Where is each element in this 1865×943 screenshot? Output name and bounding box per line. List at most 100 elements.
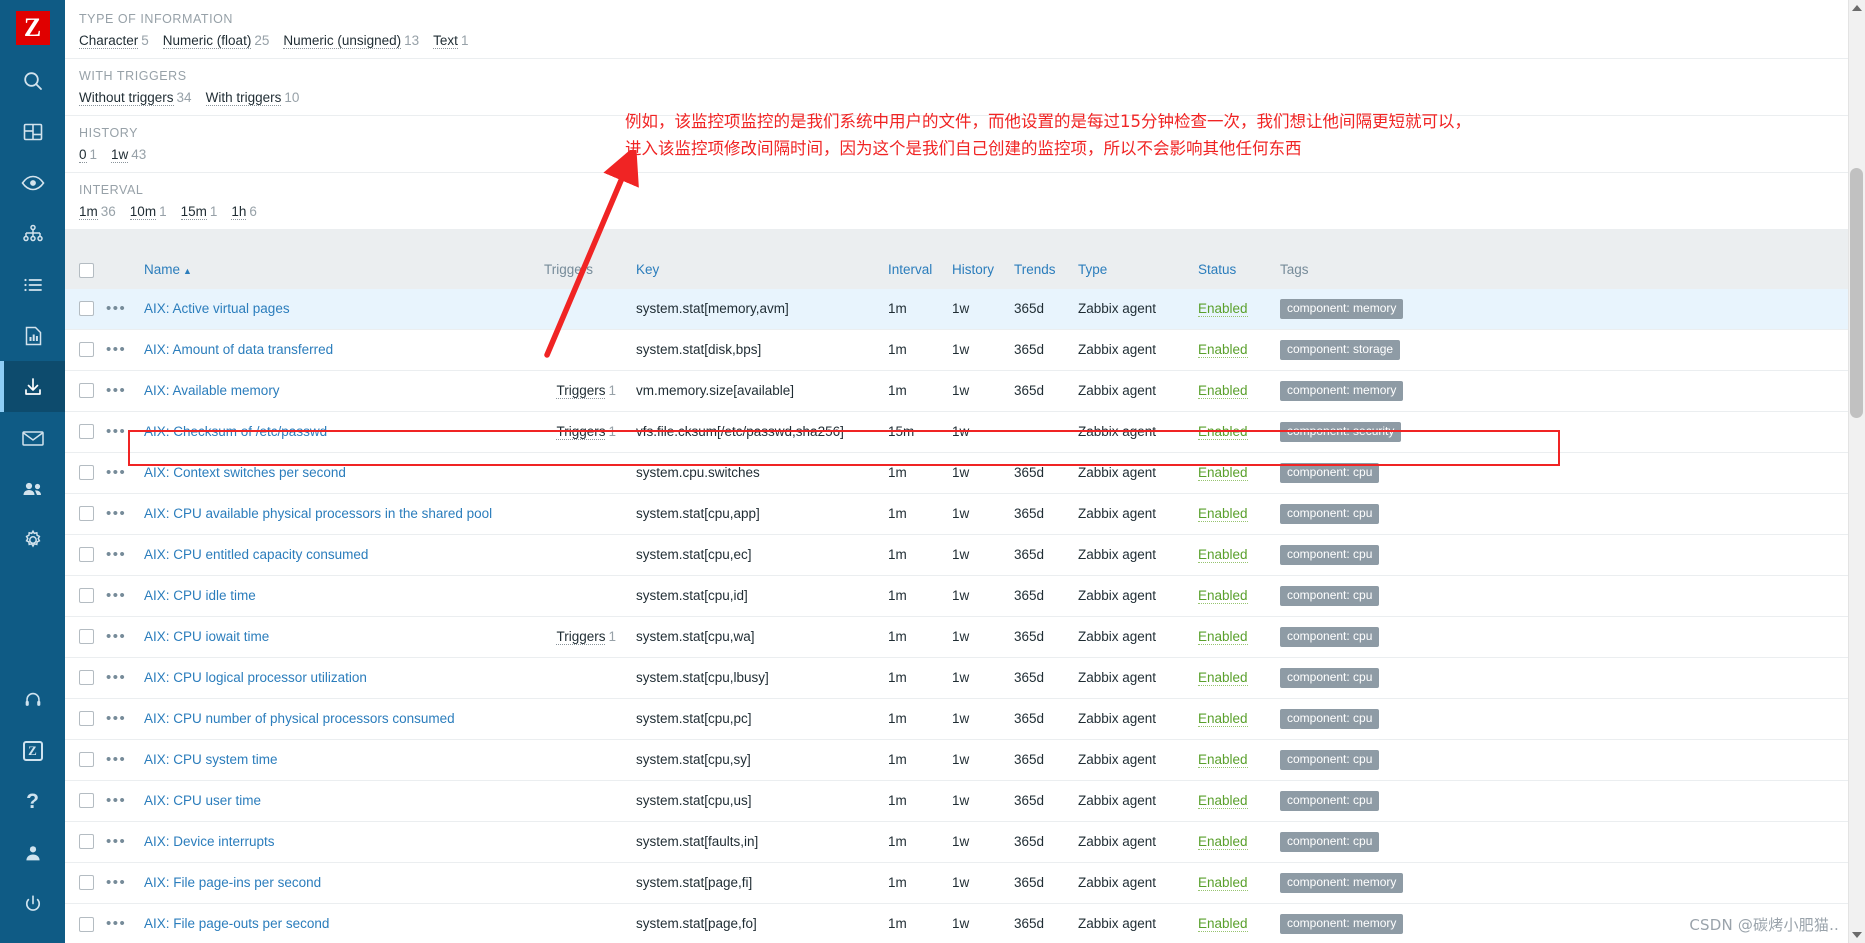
item-status-cell-text[interactable]: Enabled [1198,875,1248,891]
tag-badge[interactable]: component: cpu [1280,749,1380,770]
ellipsis-icon[interactable]: ••• [106,505,126,522]
header-select-all[interactable] [65,252,100,288]
item-name-cell[interactable]: AIX: Context switches per second [138,451,538,493]
zabbix-logo[interactable]: Z [15,11,50,45]
item-name-cell[interactable]: AIX: File page-ins per second [138,861,538,903]
row-select-cell[interactable] [65,615,100,657]
item-status-cell-text[interactable]: Enabled [1198,916,1248,933]
item-status-cell[interactable]: Enabled [1192,574,1274,616]
sidebar-item-help[interactable]: ? [0,776,65,827]
item-name-cell-text[interactable]: AIX: CPU entitled capacity consumed [144,547,368,562]
table-row[interactable]: ••• AIX: Checksum of /etc/passwd Triggers 1… [65,410,1865,452]
item-name-cell[interactable]: AIX: CPU entitled capacity consumed [138,533,538,575]
row-select-cell[interactable] [65,451,100,493]
header-trends[interactable]: Trends [1008,252,1072,288]
item-status-cell[interactable]: Enabled [1192,738,1274,780]
tag-badge[interactable]: component: cpu [1280,708,1380,729]
header-key[interactable]: Key [630,252,882,288]
item-status-cell[interactable]: Enabled [1192,861,1274,903]
row-checkbox[interactable] [79,752,94,768]
vertical-scrollbar-thumb[interactable] [1850,168,1863,418]
header-name[interactable]: Name ▲ [138,252,538,288]
filter-link[interactable]: Numeric (unsigned) [283,33,402,49]
header-history[interactable]: History [946,252,1008,288]
item-status-cell-text[interactable]: Enabled [1198,752,1248,768]
item-status-cell[interactable]: Enabled [1192,492,1274,534]
item-status-cell-text[interactable]: Enabled [1198,506,1248,522]
item-name-cell-text[interactable]: AIX: CPU available physical processors i… [144,506,492,521]
item-name-cell[interactable]: AIX: CPU system time [138,738,538,780]
row-checkbox[interactable] [79,547,94,563]
item-status-cell-text[interactable]: Enabled [1198,793,1248,809]
row-checkbox[interactable] [79,383,94,399]
ellipsis-icon[interactable]: ••• [106,628,126,645]
item-name-cell[interactable]: AIX: Checksum of /etc/passwd [138,410,538,452]
row-context-menu-cell[interactable]: ••• [100,656,138,698]
item-status-cell[interactable]: Enabled [1192,533,1274,575]
row-checkbox[interactable] [79,875,94,891]
row-checkbox[interactable] [79,834,94,850]
row-select-cell[interactable] [65,697,100,739]
ellipsis-icon[interactable]: ••• [106,587,126,604]
sidebar-item-data-collection[interactable] [0,361,65,412]
item-name-cell-text[interactable]: AIX: File page-ins per second [144,875,321,890]
tag-badge[interactable]: component: cpu [1280,462,1380,483]
tag-badge[interactable]: component: cpu [1280,585,1380,606]
item-status-cell[interactable]: Enabled [1192,451,1274,493]
item-name-cell-text[interactable]: AIX: Context switches per second [144,465,346,480]
filter-link[interactable]: Character [79,33,139,49]
item-status-cell-text[interactable]: Enabled [1198,588,1248,604]
table-row[interactable]: ••• AIX: CPU user time system.stat[cpu,us]… [65,779,1865,821]
sidebar-item-alerts[interactable] [0,412,65,463]
row-context-menu-cell[interactable]: ••• [100,533,138,575]
filter-link[interactable]: With triggers [205,90,282,106]
row-context-menu-cell[interactable]: ••• [100,738,138,780]
row-context-menu-cell[interactable]: ••• [100,697,138,739]
row-context-menu-cell[interactable]: ••• [100,779,138,821]
row-select-cell[interactable] [65,328,100,370]
item-name-cell-text[interactable]: AIX: CPU iowait time [144,629,269,644]
row-select-cell[interactable] [65,902,100,943]
item-status-cell[interactable]: Enabled [1192,328,1274,370]
ellipsis-icon[interactable]: ••• [106,423,126,440]
header-interval[interactable]: Interval [882,252,946,288]
row-select-cell[interactable] [65,738,100,780]
item-name-cell[interactable]: AIX: CPU idle time [138,574,538,616]
table-row[interactable]: ••• AIX: Amount of data transferred system… [65,328,1865,370]
tag-badge[interactable]: component: memory [1280,913,1404,934]
table-row[interactable]: ••• AIX: CPU number of physical processor… [65,697,1865,739]
sidebar-item-sign-out[interactable] [0,878,65,929]
item-name-cell-text[interactable]: AIX: Active virtual pages [144,301,290,316]
item-name-cell-text[interactable]: AIX: CPU number of physical processors c… [144,711,455,726]
sidebar-item-users[interactable] [0,463,65,514]
row-select-cell[interactable] [65,656,100,698]
sidebar-item-support[interactable] [0,674,65,725]
item-status-cell-text[interactable]: Enabled [1198,629,1248,645]
item-status-cell-text[interactable]: Enabled [1198,834,1248,850]
row-context-menu-cell[interactable]: ••• [100,574,138,616]
sidebar-item-user-settings[interactable] [0,827,65,878]
row-select-cell[interactable] [65,369,100,411]
row-context-menu-cell[interactable]: ••• [100,287,138,329]
table-row[interactable]: ••• AIX: CPU entitled capacity consumed sy… [65,533,1865,575]
ellipsis-icon[interactable]: ••• [106,464,126,481]
tag-badge[interactable]: component: cpu [1280,831,1380,852]
item-status-cell-text[interactable]: Enabled [1198,342,1248,358]
row-select-cell[interactable] [65,492,100,534]
tag-badge[interactable]: component: cpu [1280,503,1380,524]
row-context-menu-cell[interactable]: ••• [100,410,138,452]
ellipsis-icon[interactable]: ••• [106,710,126,727]
item-name-cell[interactable]: AIX: CPU iowait time [138,615,538,657]
row-checkbox[interactable] [79,916,94,932]
item-name-cell[interactable]: AIX: CPU number of physical processors c… [138,697,538,739]
table-row[interactable]: ••• AIX: File page-outs per second system.… [65,902,1865,943]
row-checkbox[interactable] [79,301,94,317]
table-row[interactable]: ••• AIX: Active virtual pages system.stat[… [65,287,1865,329]
header-type[interactable]: Type [1072,252,1192,288]
item-name-cell-text[interactable]: AIX: CPU idle time [144,588,256,603]
item-name-cell[interactable]: AIX: CPU user time [138,779,538,821]
item-name-cell[interactable]: AIX: CPU available physical processors i… [138,492,538,534]
item-name-cell-text[interactable]: AIX: File page-outs per second [144,916,329,931]
tag-badge[interactable]: component: cpu [1280,626,1380,647]
ellipsis-icon[interactable]: ••• [106,874,126,891]
